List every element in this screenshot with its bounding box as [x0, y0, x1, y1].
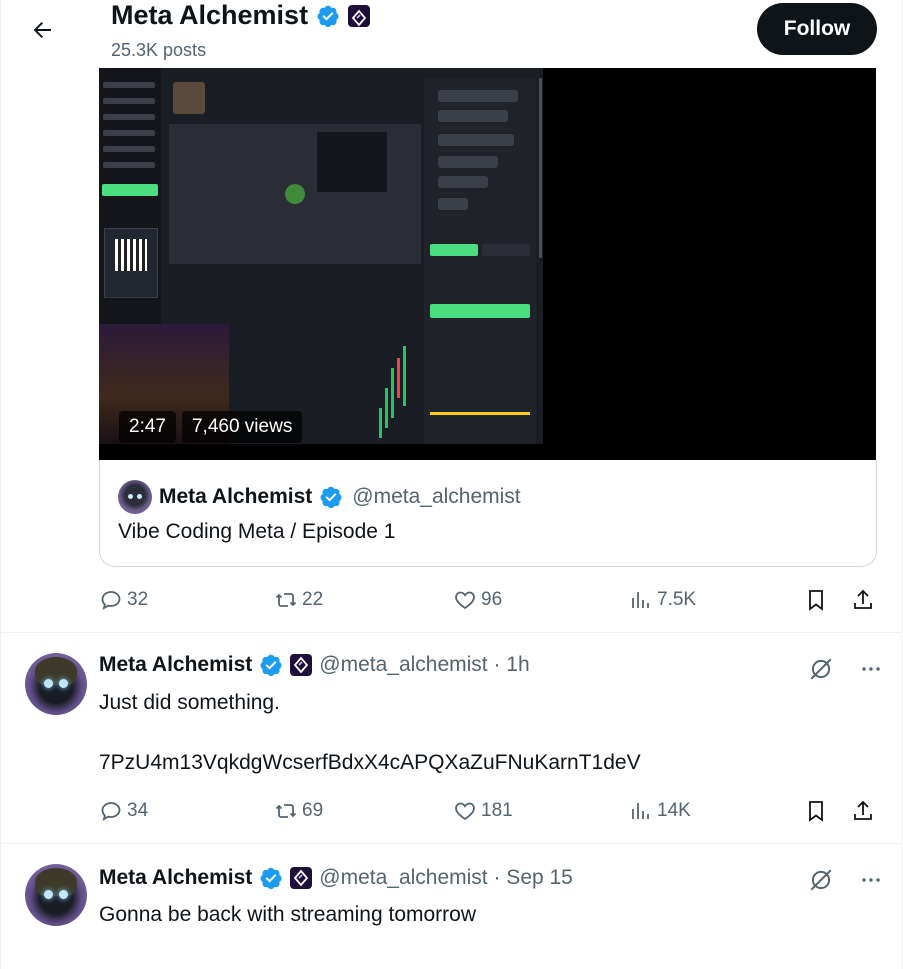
video-frame-nav [103, 98, 155, 104]
handle-and-time[interactable]: @meta_alchemist · 1h [319, 653, 529, 677]
video-frame-right-panel [424, 78, 536, 444]
reply-count: 34 [127, 800, 149, 821]
reply-icon [101, 802, 121, 821]
video-frame-thumbnail [173, 82, 205, 114]
reply-icon [101, 591, 121, 610]
tweet-text-line: Gonna be back with streaming tomorrow [99, 903, 477, 926]
video-frame-nav [103, 114, 155, 120]
video-frame-scrollbar [539, 78, 542, 258]
quoted-post-header: Meta Alchemist @meta_alchemist [118, 480, 521, 514]
reply-count: 32 [127, 589, 149, 610]
video-frame-pepe [285, 184, 305, 204]
author-name[interactable]: Meta Alchemist [99, 653, 252, 677]
follow-button[interactable]: Follow [757, 3, 877, 55]
share-icon [854, 589, 872, 609]
video-frame-create-button [102, 184, 158, 196]
video-frame-nav [103, 130, 155, 136]
tweet-actions: 34 69 181 14K [99, 791, 879, 831]
video-player[interactable]: 2:47 7,460 views [99, 68, 876, 460]
share-button[interactable] [851, 791, 875, 831]
handle-and-time[interactable]: @meta_alchemist · Sep 15 [319, 866, 573, 890]
profile-header: Meta Alchemist 25.3K posts Follow [1, 0, 901, 68]
verified-badge-icon [260, 867, 282, 890]
views-icon [632, 803, 649, 819]
more-icon [862, 667, 880, 671]
avatar[interactable] [25, 653, 87, 715]
reply-button[interactable]: 32 [99, 580, 148, 620]
like-count: 181 [481, 800, 513, 821]
affiliate-badge-icon [290, 867, 313, 889]
views-button[interactable]: 14K [629, 791, 691, 831]
timeline-frame: Meta Alchemist 25.3K posts Follow 2:47 7… [0, 0, 902, 969]
affiliate-badge-icon [290, 654, 313, 676]
verified-badge-icon [317, 5, 339, 27]
tweet-text-line: Just did something. [99, 691, 280, 714]
post-count: 25.3K posts [111, 40, 207, 60]
verified-badge-icon [320, 486, 342, 509]
repost-icon [275, 804, 297, 818]
grok-button[interactable] [807, 655, 835, 683]
author-name[interactable]: Meta Alchemist [99, 866, 252, 890]
verified-badge-icon [260, 654, 282, 677]
arrow-left-icon [33, 22, 51, 38]
video-overlay: 2:47 7,460 views [119, 411, 303, 443]
bookmark-button[interactable] [804, 580, 828, 620]
bookmark-icon [809, 801, 823, 822]
video-duration: 2:47 [119, 411, 176, 443]
like-button[interactable]: 96 [453, 580, 502, 620]
quoted-post[interactable]: Meta Alchemist @meta_alchemist Vibe Codi… [99, 460, 877, 567]
tweet-header: Meta Alchemist @meta_alchemist · Sep 15 [99, 866, 573, 890]
profile-name-text: Meta Alchemist [111, 0, 309, 30]
video-frame-chat-overlay [317, 132, 387, 192]
tweet-header: Meta Alchemist @meta_alchemist · 1h [99, 653, 530, 677]
affiliate-badge-icon [348, 4, 371, 27]
quoted-author-handle[interactable]: @meta_alchemist [352, 485, 520, 509]
video-views: 7,460 views [181, 411, 303, 443]
video-frame-nav [103, 82, 155, 88]
repost-icon [275, 593, 297, 607]
quoted-post-text: Vibe Coding Meta / Episode 1 [118, 520, 396, 543]
more-button[interactable] [857, 655, 885, 683]
like-button[interactable]: 181 [453, 791, 513, 831]
grok-button[interactable] [807, 866, 835, 894]
avatar[interactable] [118, 480, 152, 514]
profile-name: Meta Alchemist [111, 0, 371, 31]
video-frame [99, 68, 543, 444]
views-icon [632, 592, 649, 608]
tweet[interactable]: Meta Alchemist @meta_alchemist · 1h Just… [1, 633, 901, 843]
avatar[interactable] [25, 864, 87, 926]
repost-count: 22 [302, 589, 324, 610]
like-count: 96 [481, 589, 503, 610]
like-icon [455, 802, 475, 821]
grok-icon [810, 658, 832, 680]
like-icon [455, 591, 475, 610]
back-button[interactable] [23, 12, 61, 48]
grok-icon [810, 869, 832, 891]
views-count: 7.5K [657, 589, 697, 610]
views-button[interactable]: 7.5K [629, 580, 696, 620]
tweet-top-actions [807, 655, 885, 683]
repost-button[interactable]: 22 [274, 580, 323, 620]
more-icon [862, 878, 880, 882]
tweet-contract-address: 7PzU4m13VqkdgWcserfBdxX4cAPQXaZuFNuKarnT… [99, 751, 641, 774]
reply-button[interactable]: 34 [99, 791, 148, 831]
share-button[interactable] [851, 580, 875, 620]
tweet[interactable]: Meta Alchemist @meta_alchemist · Sep 15 … [1, 844, 901, 969]
bookmark-button[interactable] [804, 791, 828, 831]
video-frame-nav [103, 162, 155, 168]
bookmark-icon [809, 590, 823, 611]
tweet-top-actions [807, 866, 885, 894]
repost-button[interactable]: 69 [274, 791, 323, 831]
share-icon [854, 800, 872, 820]
views-count: 14K [657, 800, 691, 821]
more-button[interactable] [857, 866, 885, 894]
repost-count: 69 [302, 800, 324, 821]
quoted-author-name[interactable]: Meta Alchemist [159, 485, 312, 509]
video-frame-nav [103, 146, 155, 152]
video-frame-qr [104, 228, 158, 298]
post-actions: 32 22 96 7.5K [99, 580, 879, 620]
